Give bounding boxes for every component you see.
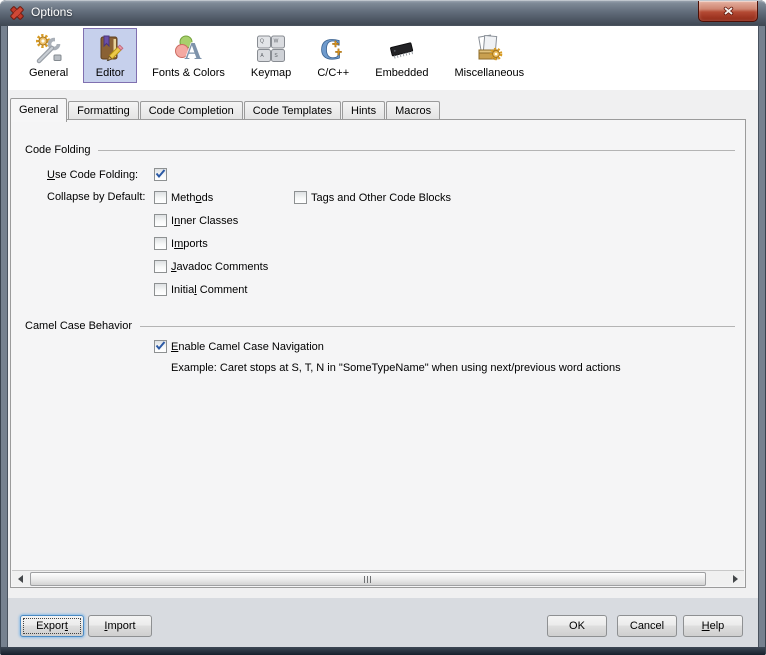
ok-button[interactable]: OK xyxy=(547,615,607,637)
toolbar-label: C/C++ xyxy=(317,67,350,79)
checkbox-label: Initial Comment xyxy=(171,283,248,296)
svg-text:A: A xyxy=(184,39,202,65)
checkmark-icon xyxy=(155,169,166,179)
toolbar-label: General xyxy=(29,67,69,79)
svg-text:Q: Q xyxy=(260,39,264,45)
window-title: Options xyxy=(31,5,73,19)
microchip-icon xyxy=(389,42,413,59)
use-code-folding-checkbox[interactable] xyxy=(154,168,167,181)
enable-camel-case-checkbox-row[interactable]: Enable Camel Case Navigation xyxy=(154,340,745,353)
export-button[interactable]: Export xyxy=(20,615,84,637)
editor-tabs: General Formatting Code Completion Code … xyxy=(10,98,441,122)
documents-gear-icon xyxy=(478,34,503,61)
close-x-icon xyxy=(723,6,733,16)
camel-case-section-header: Camel Case Behavior xyxy=(25,320,735,332)
general-tab-panel: Code Folding Use Code Folding: Collapse … xyxy=(10,119,746,588)
toolbar-item-keymap[interactable]: Q W A S Keymap xyxy=(240,28,302,83)
checkbox-label: Imports xyxy=(171,237,208,250)
scroll-right-arrow-icon[interactable] xyxy=(733,575,738,583)
initial-comment-checkbox-row[interactable]: Initial Comment xyxy=(154,283,294,296)
inner-classes-checkbox-row[interactable]: Inner Classes xyxy=(154,214,294,227)
toolbar-label: Editor xyxy=(95,67,125,79)
toolbar-item-editor[interactable]: Editor xyxy=(83,28,138,83)
imports-checkbox-row[interactable]: Imports xyxy=(154,237,294,250)
code-folding-section-header: Code Folding xyxy=(25,144,735,156)
dialog-body: General Editor A Fonts & Colors Q W A S … xyxy=(8,26,758,647)
titlebar: Options xyxy=(0,0,766,26)
methods-checkbox[interactable] xyxy=(154,191,167,204)
initial-comment-checkbox[interactable] xyxy=(154,283,167,296)
section-separator xyxy=(98,150,735,151)
toolbar-label: Fonts & Colors xyxy=(152,67,225,79)
scrollbar-thumb[interactable] xyxy=(30,572,706,586)
toolbar-item-fonts-colors[interactable]: A Fonts & Colors xyxy=(141,28,236,83)
methods-checkbox-row[interactable]: Methods xyxy=(154,191,294,204)
import-button[interactable]: Import xyxy=(88,615,152,637)
toolbar-item-general[interactable]: General xyxy=(18,28,79,83)
camel-case-example-text: Example: Caret stops at S, T, N in "Some… xyxy=(171,362,621,374)
section-title: Code Folding xyxy=(25,144,91,156)
tab-macros[interactable]: Macros xyxy=(386,101,441,121)
imports-checkbox[interactable] xyxy=(154,237,167,250)
section-separator xyxy=(140,326,735,327)
horizontal-scrollbar[interactable] xyxy=(12,570,744,586)
svg-text:W: W xyxy=(274,39,279,45)
collapse-column-2: Tags and Other Code Blocks xyxy=(294,191,451,204)
editor-options-body: General Formatting Code Completion Code … xyxy=(8,90,758,598)
options-window: Options General Editor A Fonts & Colors … xyxy=(0,0,766,655)
collapse-column-1: Methods Inner Classes Imports Javadoc Co… xyxy=(154,191,294,296)
gears-wrench-icon xyxy=(35,34,64,64)
scrollbar-grip-icon xyxy=(364,576,372,583)
javadoc-comments-checkbox-row[interactable]: Javadoc Comments xyxy=(154,260,294,273)
fonts-colors-icon: A xyxy=(174,35,202,65)
book-pencil-icon xyxy=(100,35,124,62)
section-title: Camel Case Behavior xyxy=(25,320,132,332)
checkmark-icon xyxy=(155,341,166,351)
tab-code-completion[interactable]: Code Completion xyxy=(139,101,243,121)
svg-text:+: + xyxy=(335,45,342,59)
scroll-left-arrow-icon[interactable] xyxy=(18,575,23,583)
toolbar-item-embedded[interactable]: Embedded xyxy=(364,28,439,83)
use-code-folding-label: Use Code Folding: xyxy=(47,168,139,181)
enable-camel-case-checkbox[interactable] xyxy=(154,340,167,353)
tab-formatting[interactable]: Formatting xyxy=(68,101,139,121)
cancel-button[interactable]: Cancel xyxy=(617,615,677,637)
toolbar-item-c-cpp[interactable]: C + + C/C++ xyxy=(306,28,360,83)
keyboard-keys-icon: Q W A S xyxy=(257,35,286,62)
checkbox-label: Methods xyxy=(171,191,214,204)
tab-code-templates[interactable]: Code Templates xyxy=(243,101,342,121)
javadoc-comments-checkbox[interactable] xyxy=(154,260,167,273)
tags-other-code-blocks-checkbox-row[interactable]: Tags and Other Code Blocks xyxy=(294,191,451,204)
toolbar-item-miscellaneous[interactable]: Miscellaneous xyxy=(443,28,535,83)
category-toolbar: General Editor A Fonts & Colors Q W A S … xyxy=(8,26,758,92)
tags-other-code-blocks-checkbox[interactable] xyxy=(294,191,307,204)
checkbox-label: Javadoc Comments xyxy=(171,260,269,273)
tab-hints[interactable]: Hints xyxy=(342,101,386,121)
collapse-by-default-label: Collapse by Default: xyxy=(47,191,146,203)
inner-classes-checkbox[interactable] xyxy=(154,214,167,227)
c-cpp-icon: C + + xyxy=(320,33,342,65)
tab-general[interactable]: General xyxy=(10,98,68,122)
checkbox-label: Inner Classes xyxy=(171,214,239,227)
app-red-x-icon xyxy=(10,6,24,20)
checkbox-label: Enable Camel Case Navigation xyxy=(171,340,324,353)
close-button[interactable] xyxy=(698,1,758,22)
checkbox-label: Tags and Other Code Blocks xyxy=(311,191,452,204)
help-button[interactable]: Help xyxy=(683,615,743,637)
toolbar-label: Embedded xyxy=(375,67,429,79)
toolbar-label: Keymap xyxy=(250,67,292,79)
toolbar-label: Miscellaneous xyxy=(454,67,525,79)
